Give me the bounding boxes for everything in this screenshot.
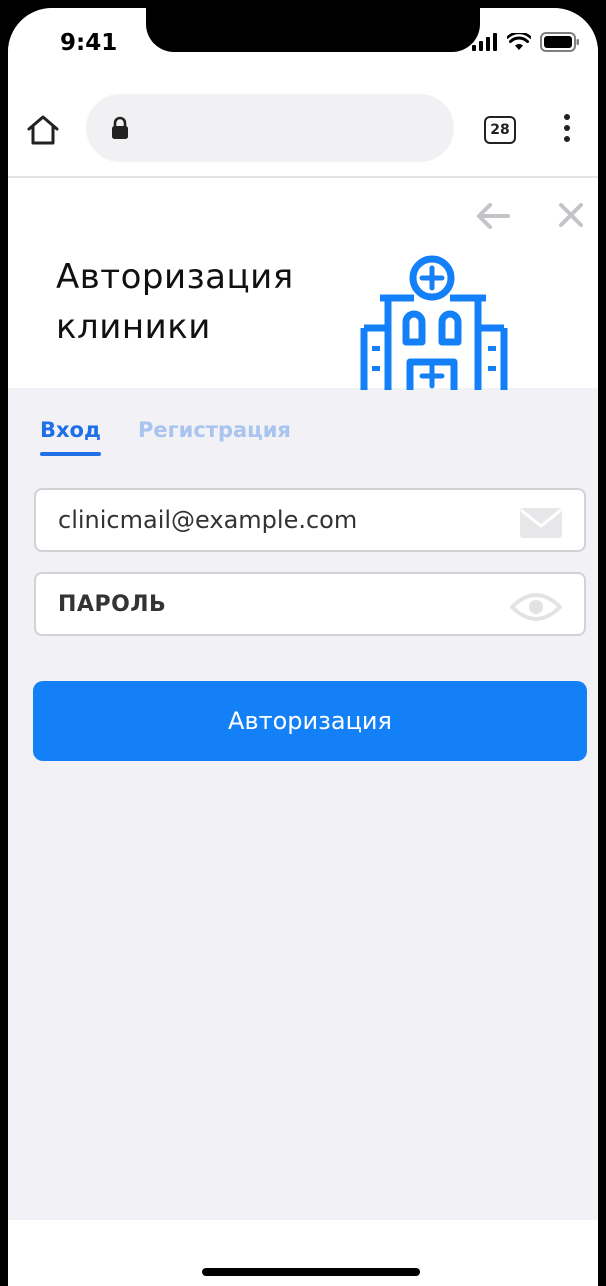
signal-icon	[472, 33, 497, 51]
close-icon	[559, 203, 583, 227]
back-button[interactable]	[476, 202, 510, 234]
eye-icon[interactable]	[509, 592, 563, 626]
page-header: Авторизация клиники	[8, 178, 598, 390]
status-time: 9:41	[60, 30, 118, 56]
hospital-icon	[360, 250, 520, 394]
mail-icon	[520, 508, 562, 542]
phone-frame: 9:41 28 Авторизация клиники Вход Регистр…	[0, 0, 606, 1286]
auth-tabs: Вход Регистрация	[8, 388, 598, 468]
password-placeholder: ПАРОЛЬ	[58, 592, 167, 617]
home-icon	[27, 115, 59, 145]
screen: 9:41 28 Авторизация клиники Вход Регистр…	[8, 8, 598, 1286]
lock-icon	[110, 116, 130, 144]
battery-icon	[540, 32, 579, 52]
back-arrow-icon	[477, 203, 510, 229]
more-vertical-icon[interactable]	[562, 114, 572, 147]
bottom-bar	[8, 1220, 598, 1286]
tabs-button[interactable]: 28	[484, 116, 516, 144]
title-line-2: клиники	[56, 307, 211, 347]
page-title: Авторизация клиники	[56, 252, 294, 352]
email-field[interactable]: clinicmail@example.com	[34, 488, 586, 552]
address-bar[interactable]	[86, 94, 454, 162]
title-line-1: Авторизация	[56, 257, 294, 297]
home-button[interactable]	[26, 114, 60, 150]
browser-toolbar: 28	[8, 80, 598, 178]
tab-registration[interactable]: Регистрация	[138, 418, 291, 442]
status-icons	[472, 32, 580, 52]
password-field[interactable]: ПАРОЛЬ	[34, 572, 586, 636]
home-indicator	[202, 1268, 420, 1276]
submit-label: Авторизация	[228, 707, 392, 735]
tab-login[interactable]: Вход	[40, 418, 101, 456]
wifi-icon	[507, 33, 531, 50]
status-bar: 9:41	[8, 8, 598, 80]
tab-count: 28	[490, 122, 510, 138]
email-value: clinicmail@example.com	[58, 506, 358, 534]
close-button[interactable]	[558, 202, 584, 232]
login-submit-button[interactable]: Авторизация	[33, 681, 587, 761]
notch	[146, 8, 480, 52]
